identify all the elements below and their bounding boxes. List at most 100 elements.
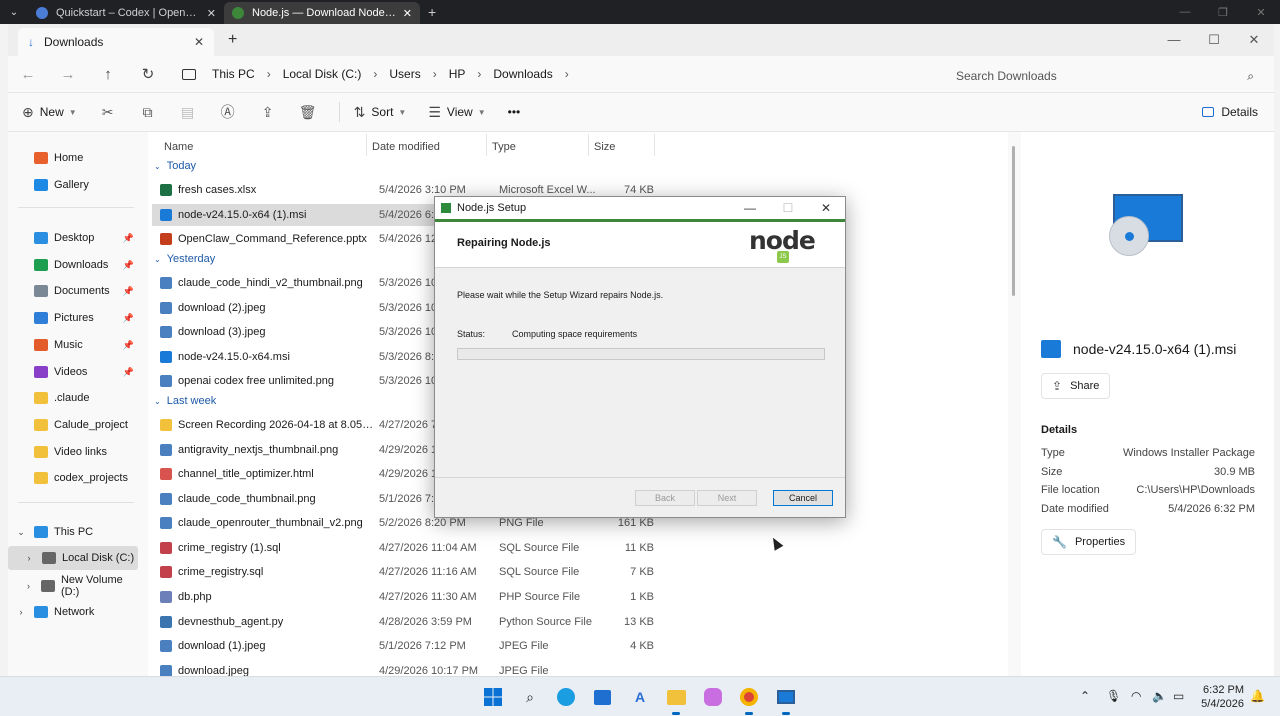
group-header-yesterday[interactable]: ⌄ Yesterday — [148, 253, 215, 265]
file-row[interactable]: download (1).jpeg 5/1/2026 7:12 PM JPEG … — [152, 635, 1008, 657]
search-input[interactable]: Search Downloads ⌕ — [944, 62, 1254, 90]
tab-menu-chevron-icon[interactable]: ⌄ — [0, 0, 28, 24]
new-browser-tab-button[interactable]: + — [428, 4, 436, 20]
details-pane-button[interactable]: Details — [1202, 105, 1258, 119]
chevron-right-icon[interactable]: › — [477, 67, 481, 81]
sidebar-item-8[interactable]: Video links — [8, 440, 138, 464]
chrome-icon[interactable] — [737, 685, 761, 715]
system-clock[interactable]: 6:32 PM 5/4/2026 — [1201, 683, 1244, 711]
minimize-icon[interactable]: — — [731, 201, 769, 215]
store-icon[interactable] — [590, 685, 614, 709]
file-explorer-icon[interactable] — [664, 685, 688, 715]
file-row[interactable]: devnesthub_agent.py 4/28/2026 3:59 PM Py… — [152, 611, 1008, 633]
next-button[interactable]: Next — [697, 490, 757, 506]
file-row[interactable]: node-v24.15.0-x64 (1).msi 5/4/2026 6:32 — [152, 204, 452, 226]
close-icon[interactable]: ✕ — [1234, 32, 1274, 48]
pin-icon[interactable]: 📌 — [123, 233, 134, 244]
rename-icon[interactable]: Ⓐ — [219, 102, 237, 122]
speaker-icon[interactable]: 🔈 — [1152, 689, 1167, 703]
chevron-right-icon[interactable]: › — [565, 67, 569, 81]
cut-icon[interactable]: ✂ — [99, 104, 117, 121]
close-tab-icon[interactable]: ✕ — [403, 7, 412, 20]
battery-icon[interactable]: ▭ — [1173, 689, 1184, 703]
chevron-icon[interactable]: › — [22, 581, 35, 591]
maximize-icon[interactable]: ❐ — [1204, 6, 1242, 19]
file-list-scrollbar[interactable] — [1012, 146, 1015, 296]
maximize-icon[interactable]: ☐ — [1194, 32, 1234, 48]
copilot-icon[interactable] — [701, 685, 725, 709]
new-button[interactable]: ⊕ New ▼ — [22, 104, 77, 121]
delete-icon[interactable]: 🗑 — [299, 104, 317, 121]
more-options-button[interactable]: ••• — [508, 105, 521, 119]
edge-browser-icon[interactable] — [554, 685, 578, 709]
sort-button[interactable]: ⇅ Sort ▼ — [354, 104, 407, 121]
detail-value[interactable]: C:\Users\HP\Downloads — [1136, 484, 1255, 496]
wifi-icon[interactable]: ◠ — [1131, 689, 1141, 703]
sidebar-tree-item-2[interactable]: › New Volume (D:) — [8, 574, 138, 598]
pin-icon[interactable]: 📌 — [123, 340, 134, 351]
back-arrow-icon[interactable]: ← — [8, 66, 48, 83]
dialog-titlebar[interactable]: Node.js Setup — ☐ ✕ — [435, 197, 845, 219]
sidebar-item-0[interactable]: Desktop 📌 — [8, 226, 138, 250]
chevron-up-icon[interactable]: ⌃ — [1080, 689, 1090, 703]
microphone-icon[interactable]: 🎙 — [1106, 689, 1121, 703]
close-tab-icon[interactable]: ✕ — [207, 7, 216, 20]
sidebar-item-2[interactable]: Documents 📌 — [8, 279, 138, 303]
notification-bell-icon[interactable]: 🔔 — [1250, 689, 1265, 703]
chevron-right-icon[interactable]: › — [267, 67, 271, 81]
sidebar-item-4[interactable]: Music 📌 — [8, 333, 138, 357]
column-divider[interactable] — [486, 134, 487, 156]
forward-arrow-icon[interactable]: → — [48, 66, 88, 83]
properties-button[interactable]: 🔧 Properties — [1041, 529, 1137, 555]
installer-taskbar-icon[interactable] — [774, 685, 798, 715]
new-explorer-tab-button[interactable]: + — [228, 31, 237, 49]
chevron-right-icon[interactable]: › — [373, 67, 377, 81]
breadcrumb[interactable]: This PC › Local Disk (C:) › Users › HP › Dow… — [182, 67, 581, 81]
column-header-size[interactable]: Size — [594, 136, 615, 158]
up-arrow-icon[interactable]: ↑ — [88, 66, 128, 83]
file-row[interactable]: db.php 4/27/2026 11:30 AM PHP Source Fil… — [152, 586, 1008, 608]
breadcrumb-this-pc[interactable]: This PC — [212, 67, 255, 81]
column-header-date[interactable]: Date modified — [372, 136, 440, 158]
minimize-icon[interactable]: — — [1154, 32, 1194, 48]
browser-tab-codex[interactable]: Quickstart – Codex | OpenAI De ✕ — [28, 2, 224, 24]
sidebar-item-3[interactable]: Pictures 📌 — [8, 306, 138, 330]
close-icon[interactable]: ✕ — [807, 201, 845, 215]
column-header-name[interactable]: Name — [164, 136, 193, 158]
view-button[interactable]: ☰ View ▼ — [428, 104, 485, 121]
breadcrumb-users[interactable]: Users — [389, 67, 420, 81]
breadcrumb-local-disk[interactable]: Local Disk (C:) — [283, 67, 362, 81]
pin-icon[interactable]: 📌 — [123, 260, 134, 271]
sidebar-tree-item-1[interactable]: › Local Disk (C:) — [8, 546, 138, 570]
copy-icon[interactable]: ⧉ — [139, 104, 157, 121]
file-row[interactable]: download.jpeg 4/29/2026 10:17 PM JPEG Fi… — [152, 660, 1008, 676]
chevron-icon[interactable]: › — [14, 607, 28, 617]
pin-icon[interactable]: 📌 — [123, 367, 134, 378]
chevron-right-icon[interactable]: › — [433, 67, 437, 81]
file-row[interactable]: crime_registry (1).sql 4/27/2026 11:04 A… — [152, 537, 1008, 559]
sidebar-tree-item-3[interactable]: › Network — [8, 600, 138, 624]
share-button[interactable]: ⇪ Share — [1041, 373, 1111, 399]
explorer-tab-downloads[interactable]: ↓ Downloads ✕ — [18, 28, 214, 56]
browser-tab-nodejs[interactable]: Node.js — Download Node.js® ✕ — [224, 2, 420, 24]
close-tab-icon[interactable]: ✕ — [194, 35, 204, 49]
refresh-icon[interactable]: ↻ — [128, 65, 168, 83]
sidebar-item-9[interactable]: codex_projects — [8, 466, 138, 490]
minimize-icon[interactable]: — — [1166, 6, 1204, 19]
file-row[interactable]: crime_registry.sql 4/27/2026 11:16 AM SQ… — [152, 561, 1008, 583]
column-divider[interactable] — [366, 134, 367, 156]
back-button[interactable]: Back — [635, 490, 695, 506]
column-header-type[interactable]: Type — [492, 136, 516, 158]
column-divider[interactable] — [654, 134, 655, 156]
breadcrumb-downloads[interactable]: Downloads — [493, 67, 552, 81]
app-icon[interactable]: A — [628, 685, 652, 709]
sidebar-item-1[interactable]: Downloads 📌 — [8, 253, 138, 277]
cancel-button[interactable]: Cancel — [773, 490, 833, 506]
sidebar-item-home[interactable]: Home — [8, 146, 138, 170]
close-icon[interactable]: ✕ — [1242, 6, 1280, 19]
chevron-icon[interactable]: › — [22, 553, 36, 563]
sidebar-item-6[interactable]: .claude — [8, 386, 138, 410]
column-divider[interactable] — [588, 134, 589, 156]
group-header-last-week[interactable]: ⌄ Last week — [148, 395, 216, 407]
search-icon[interactable]: ⌕ — [518, 685, 542, 709]
